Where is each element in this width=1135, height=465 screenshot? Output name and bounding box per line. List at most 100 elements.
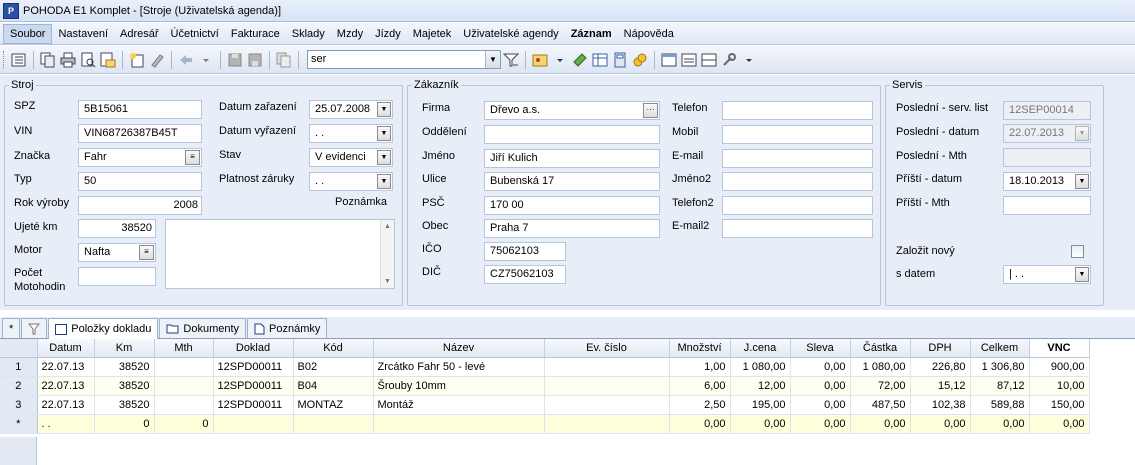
table-cell[interactable]: 12SPD00011 (213, 395, 294, 415)
telefon2-field[interactable] (722, 196, 873, 215)
motohodin-field[interactable] (78, 267, 156, 286)
quick-search-combo[interactable]: ser ▼ (307, 50, 501, 69)
rok-vyroby-field[interactable]: 2008 (78, 196, 202, 215)
table-row[interactable]: 3 22.07.13 38520 12SPD00011 MONTAZ Montáž 2,50… (0, 395, 1090, 415)
table-cell[interactable]: 38520 (94, 376, 155, 396)
menu-jizdy[interactable]: Jízdy (369, 24, 407, 44)
chevron-down-icon[interactable]: ▼ (1075, 174, 1089, 189)
grid-corner[interactable] (0, 339, 38, 358)
table-cell[interactable]: B04 (293, 376, 374, 396)
back-button[interactable] (177, 51, 195, 69)
table-cell[interactable]: 72,00 (850, 376, 911, 396)
tab-filter[interactable] (21, 318, 48, 338)
table-cell[interactable]: 10,00 (1029, 376, 1090, 396)
ulice-field[interactable]: Bubenská 17 (484, 172, 660, 191)
email-document-button[interactable] (99, 51, 117, 69)
table-cell[interactable]: 0,00 (790, 376, 851, 396)
mobil-field[interactable] (722, 125, 873, 144)
table-cell[interactable]: 1 306,80 (970, 357, 1030, 377)
telefon-field[interactable] (722, 101, 873, 120)
records-button[interactable] (531, 51, 549, 69)
column-header-mth[interactable]: Mth (154, 339, 214, 358)
table-cell[interactable]: 0,00 (850, 414, 911, 434)
table-cell[interactable]: Zrcátko Fahr 50 - levé (373, 357, 545, 377)
more-button-icon[interactable]: ··· (643, 103, 658, 118)
table-cell[interactable] (544, 376, 670, 396)
jmeno-field[interactable]: Jiří Kulich (484, 149, 660, 168)
table-cell[interactable]: 487,50 (850, 395, 911, 415)
tab-polozky-dokladu[interactable]: Položky dokladu (48, 318, 159, 339)
edit-record-button[interactable] (148, 51, 166, 69)
stav-select[interactable]: V evidenci ▼ (309, 148, 393, 167)
table-cell[interactable]: B02 (293, 357, 374, 377)
tab-poznamky[interactable]: Poznámky (247, 318, 328, 338)
table-cell[interactable]: 22.07.13 (37, 357, 95, 377)
row-header[interactable]: 2 (0, 376, 38, 396)
chevron-down-icon[interactable]: ▼ (377, 102, 391, 117)
chevron-down-icon[interactable]: ▼ (377, 174, 391, 189)
records-dropdown-button[interactable] (551, 51, 569, 69)
scroll-down-icon[interactable]: ▼ (381, 275, 394, 288)
menu-mzdy[interactable]: Mzdy (331, 24, 369, 44)
poznamka-scrollbar[interactable]: ▲ ▼ (380, 220, 394, 288)
table-cell[interactable]: 12,00 (730, 376, 791, 396)
jmeno2-field[interactable] (722, 172, 873, 191)
table-cell[interactable]: 0,00 (669, 414, 731, 434)
menu-nastaveni[interactable]: Nastavení (52, 24, 114, 44)
list-picker-icon[interactable]: ≡ (139, 245, 154, 260)
column-header-km[interactable]: Km (94, 339, 155, 358)
back-dropdown-button[interactable] (197, 51, 215, 69)
scroll-up-icon[interactable]: ▲ (381, 220, 394, 233)
menu-adresar[interactable]: Adresář (114, 24, 165, 44)
table-cell[interactable]: 195,00 (730, 395, 791, 415)
vin-field[interactable]: VIN68726387B45T (78, 124, 202, 143)
menu-uzivatelske-agendy[interactable]: Uživatelské agendy (457, 24, 564, 44)
table-row[interactable]: 2 22.07.13 38520 12SPD00011 B04 Šrouby 10mm 6,… (0, 376, 1090, 396)
table-cell[interactable]: 15,12 (910, 376, 971, 396)
print-button[interactable] (59, 51, 77, 69)
filter-button[interactable] (502, 51, 520, 69)
table-cell[interactable]: 22.07.13 (37, 376, 95, 396)
motor-field[interactable]: Nafta ≡ (78, 243, 156, 262)
tools-button[interactable] (720, 51, 738, 69)
column-header-dph[interactable]: DPH (910, 339, 971, 358)
menu-majetek[interactable]: Majetek (407, 24, 458, 44)
column-header-ev-cislo[interactable]: Ev. číslo (544, 339, 670, 358)
psc-field[interactable]: 170 00 (484, 196, 660, 215)
datum-vyrazeni-field[interactable]: . . ▼ (309, 124, 393, 143)
save-button[interactable] (226, 51, 244, 69)
column-header-vnc[interactable]: VNC (1029, 339, 1090, 358)
table-cell[interactable]: 12SPD00011 (213, 357, 294, 377)
new-record-button[interactable] (128, 51, 146, 69)
table-cell[interactable]: 22.07.13 (37, 395, 95, 415)
menu-ucetnictvi[interactable]: Účetnictví (165, 24, 225, 44)
table-cell[interactable]: MONTAZ (293, 395, 374, 415)
obec-field[interactable]: Praha 7 (484, 219, 660, 238)
table-cell[interactable]: 0 (94, 414, 155, 434)
chevron-down-icon[interactable]: ▼ (485, 51, 500, 68)
table-cell[interactable]: Šrouby 10mm (373, 376, 545, 396)
table-button[interactable] (591, 51, 609, 69)
firma-field[interactable]: Dřevo a.s. ··· (484, 101, 660, 120)
ico-field[interactable]: 75062103 (484, 242, 566, 261)
table-cell[interactable]: 12SPD00011 (213, 376, 294, 396)
menu-fakturace[interactable]: Fakturace (225, 24, 286, 44)
split-view-button[interactable] (700, 51, 718, 69)
menu-zaznam[interactable]: Záznam (565, 24, 618, 44)
column-header-doklad[interactable]: Doklad (213, 339, 294, 358)
table-cell[interactable]: 150,00 (1029, 395, 1090, 415)
toolbar-grip[interactable] (3, 50, 6, 69)
row-header[interactable]: 3 (0, 395, 38, 415)
ujete-km-field[interactable]: 38520 (78, 219, 156, 238)
table-cell[interactable]: 0,00 (790, 414, 851, 434)
column-header-castka[interactable]: Částka (850, 339, 911, 358)
pristi-mth-field[interactable] (1003, 196, 1091, 215)
chevron-down-icon[interactable]: ▼ (377, 150, 391, 165)
table-cell[interactable]: 102,38 (910, 395, 971, 415)
chevron-down-icon[interactable]: ▼ (377, 126, 391, 141)
table-cell[interactable]: 1,00 (669, 357, 731, 377)
table-cell[interactable] (154, 357, 214, 377)
znacka-field[interactable]: Fahr ≡ (78, 148, 202, 167)
table-view-button[interactable] (680, 51, 698, 69)
table-cell[interactable]: 0,00 (1029, 414, 1090, 434)
